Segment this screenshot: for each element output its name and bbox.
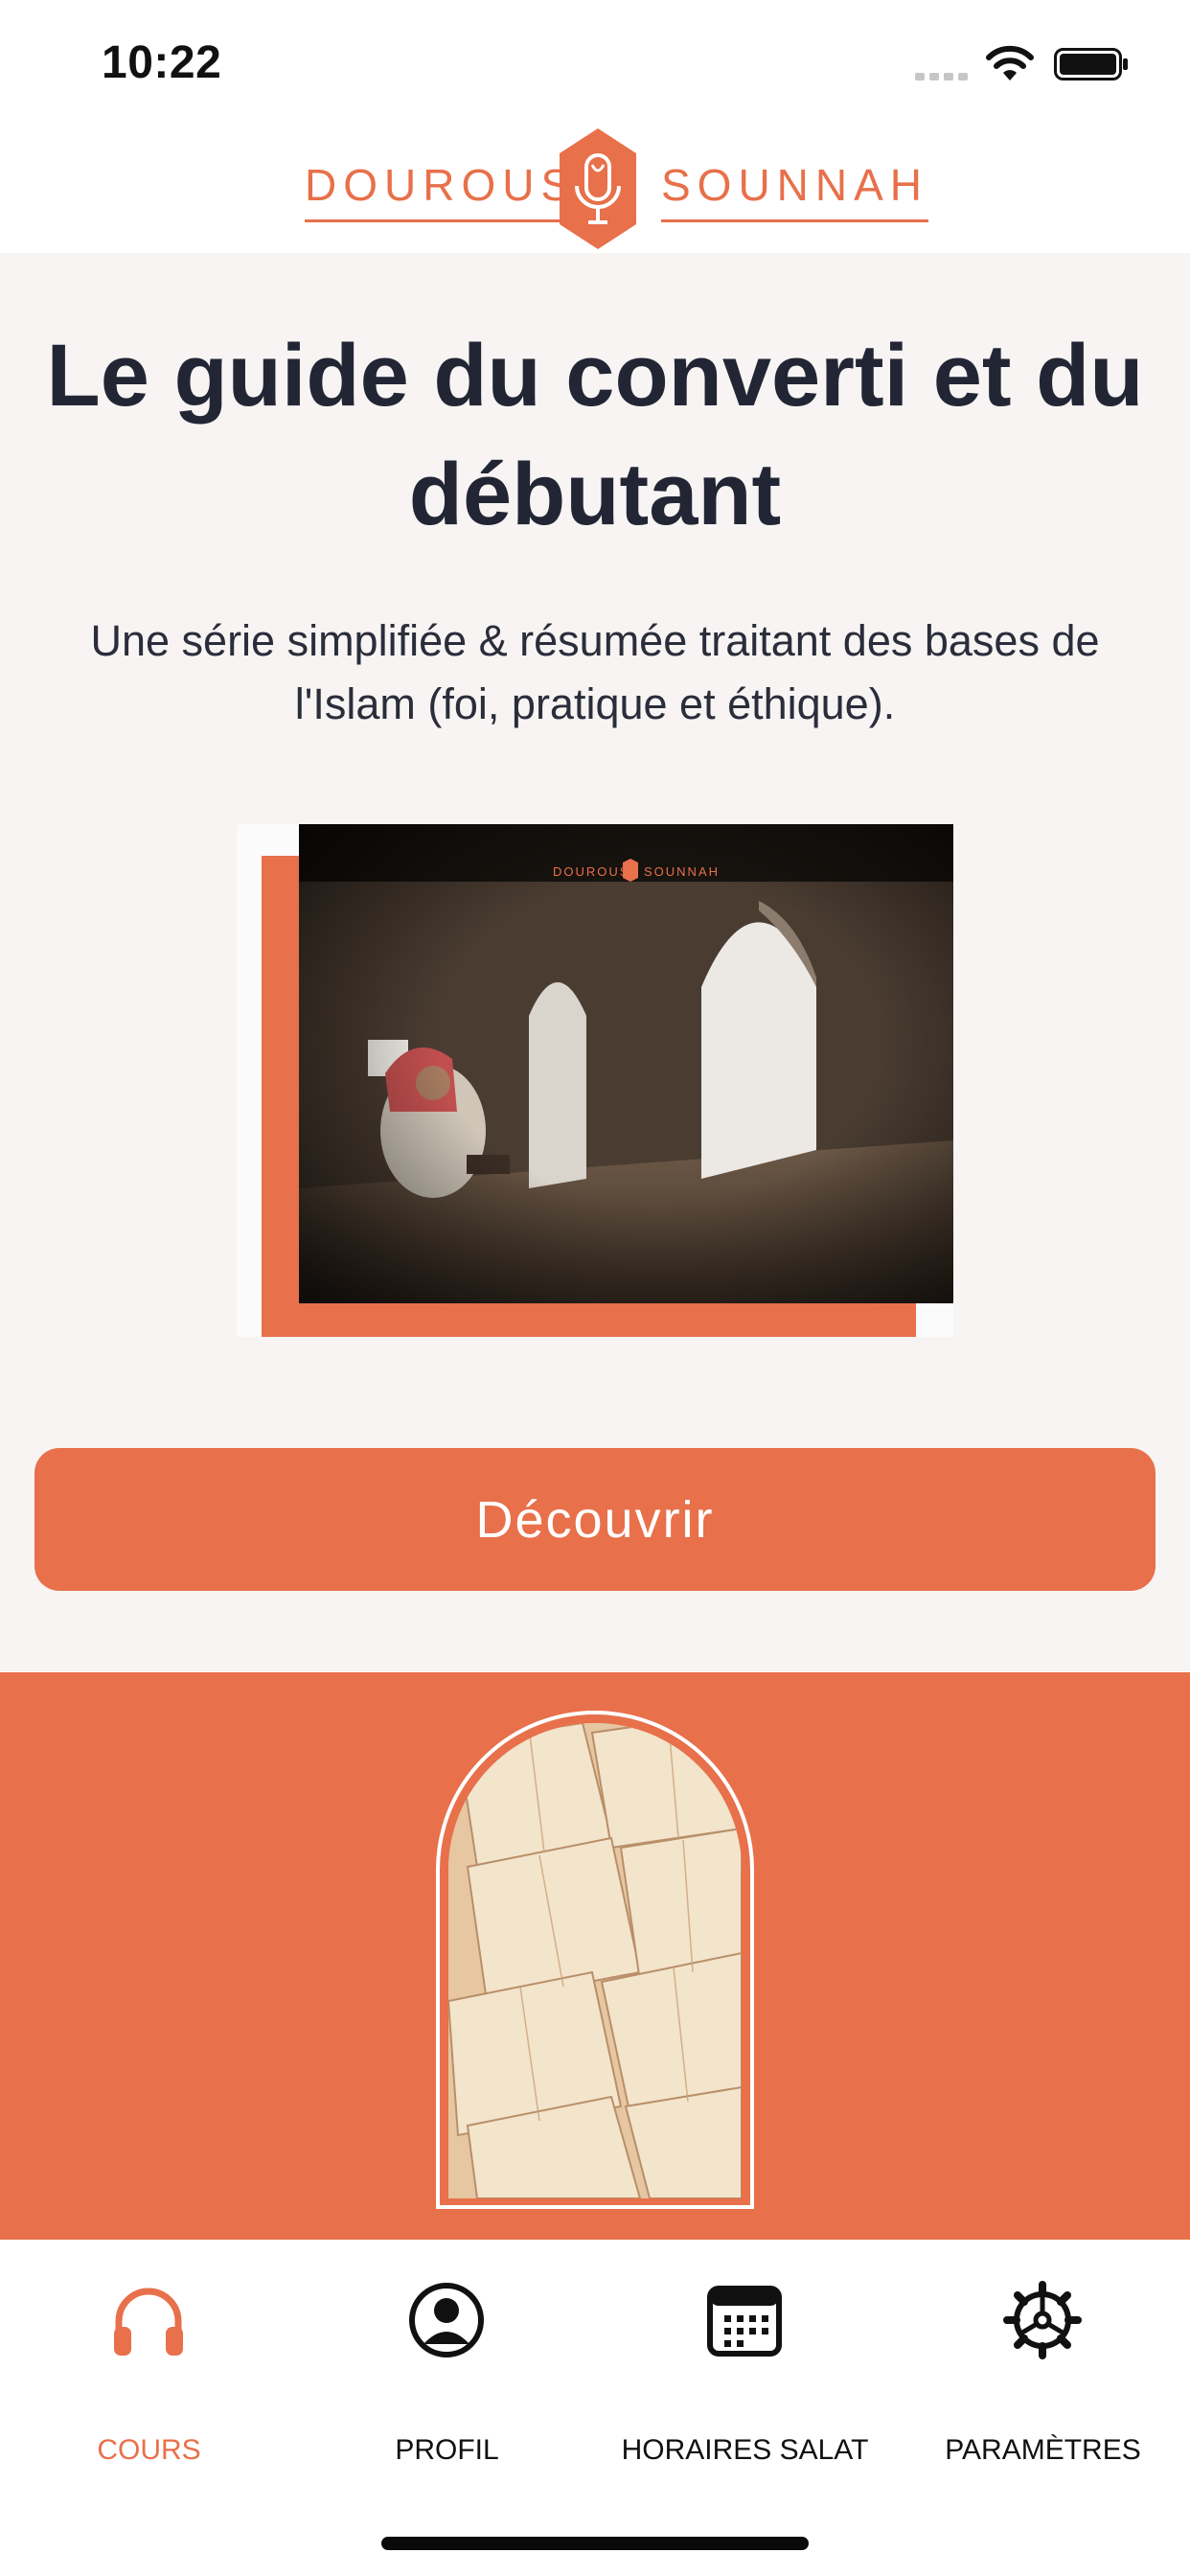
status-time: 10:22 — [102, 37, 222, 88]
discover-button[interactable]: Découvrir — [34, 1448, 1156, 1591]
calendar-icon — [707, 2286, 782, 2357]
mosque-interior-illustration: DOUROUS SOUNNAH — [299, 824, 953, 1303]
tab-label-horaires-salat: HORAIRES SALAT — [621, 2434, 869, 2466]
battery-icon — [1054, 48, 1128, 80]
books-image[interactable] — [448, 1723, 742, 2198]
microphone-logo-icon — [560, 128, 636, 249]
course-cover-image[interactable]: DOUROUS SOUNNAH — [299, 824, 953, 1303]
logo-text-left: DOUROUS — [305, 158, 578, 222]
wifi-icon — [986, 45, 1034, 80]
profile-icon — [409, 2283, 484, 2358]
open-books-illustration — [448, 1723, 742, 2198]
image-logo-left: DOUROUS — [553, 864, 629, 879]
tab-label-cours: COURS — [97, 2434, 201, 2466]
headphones-icon — [114, 2288, 183, 2356]
course-title: Le guide du converti et du débutant — [46, 327, 1144, 543]
tab-profil[interactable]: PROFIL — [298, 2281, 596, 2482]
logo-text-right: SOUNNAH — [661, 158, 929, 222]
course-description: Une série simplifiée & résumée traitant … — [90, 616, 1100, 728]
status-bar: 10:22 — [0, 0, 1190, 125]
signal-icon — [915, 73, 968, 80]
tab-label-parametres: PARAMÈTRES — [945, 2434, 1141, 2466]
tab-parametres[interactable]: PARAMÈTRES — [894, 2281, 1190, 2482]
tab-horaires-salat[interactable]: HORAIRES SALAT — [596, 2281, 894, 2482]
tab-cours[interactable]: COURS — [0, 2281, 298, 2482]
home-indicator[interactable] — [381, 2537, 809, 2550]
image-logo-right: SOUNNAH — [644, 864, 720, 879]
gear-icon — [1003, 2281, 1082, 2359]
tab-label-profil: PROFIL — [395, 2434, 499, 2466]
